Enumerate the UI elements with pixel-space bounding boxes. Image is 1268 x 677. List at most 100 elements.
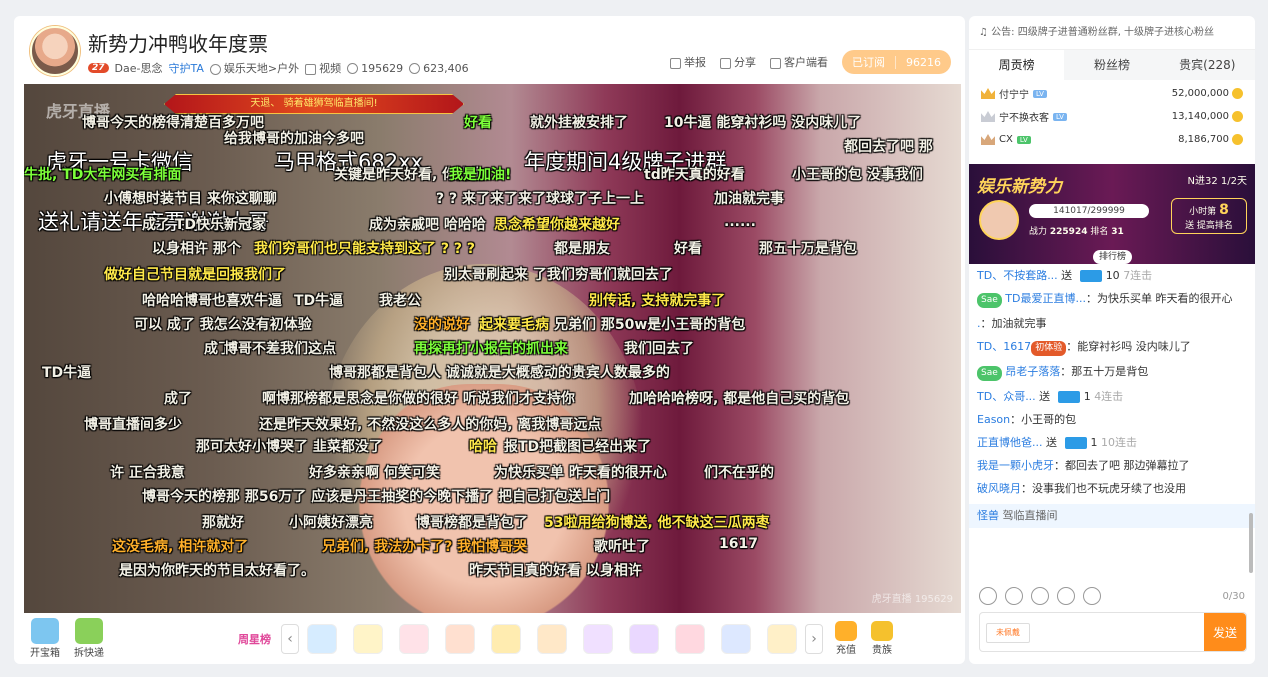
- hour-rank-button[interactable]: 小时第 8 送 提高排名: [1171, 198, 1247, 234]
- danmaku-comment: 10牛逼 能穿衬衫吗 没内味儿了: [664, 115, 862, 131]
- sticker-icon[interactable]: [1005, 587, 1023, 605]
- recharge-label: 充值: [836, 645, 856, 656]
- fan-badge-button[interactable]: 未佩戴: [986, 623, 1030, 643]
- hour-label: 小时第: [1189, 207, 1217, 217]
- hour-value: 8: [1219, 202, 1229, 218]
- send-button[interactable]: 发送: [1204, 613, 1246, 651]
- chat-username[interactable]: TD最爱正直博...: [1005, 292, 1086, 305]
- gift-chest-icon[interactable]: [767, 623, 797, 654]
- emoji-icon[interactable]: [979, 587, 997, 605]
- anchor-avatar[interactable]: [30, 26, 80, 76]
- power-value: 225924: [1049, 227, 1088, 237]
- danmaku-comment: 哈哈哈博哥也喜欢牛逼: [142, 293, 282, 309]
- noble-crown-icon: [871, 621, 893, 641]
- recharge-button[interactable]: 充值: [835, 621, 857, 656]
- combo-text: 10连击: [1101, 436, 1137, 449]
- chat-text: ：能穿衬衫吗 没内味儿了: [1066, 340, 1191, 353]
- newbie-badge: 初体验: [1031, 341, 1067, 356]
- settings-icon[interactable]: [1083, 587, 1101, 605]
- rank-row[interactable]: 付宁宁 LV 52,000,000: [981, 82, 1243, 105]
- danmaku-comment: 牛批, TD大牢网买有排面: [24, 167, 182, 183]
- gift-heart-icon[interactable]: [675, 623, 705, 654]
- chat-message[interactable]: TD、众哥... 送 1 4连击: [977, 389, 1247, 404]
- client-button[interactable]: 客户端看: [770, 54, 828, 70]
- express-button[interactable]: 拆快递: [74, 618, 104, 659]
- chat-username[interactable]: Eason: [977, 413, 1010, 426]
- boost-label: 送 提高排名: [1185, 221, 1233, 231]
- chat-message[interactable]: TD、1617 初体验 ：能穿衬衫吗 没内味儿了: [977, 339, 1247, 356]
- category-prefix[interactable]: 娱乐天地: [224, 62, 268, 75]
- tab-fans[interactable]: 粉丝榜: [1064, 50, 1159, 80]
- room-title: 新势力冲鸭收年度票: [88, 32, 268, 56]
- gift-potion-icon[interactable]: [445, 623, 475, 654]
- share-button[interactable]: 分享: [720, 54, 756, 70]
- star-icon[interactable]: [1031, 587, 1049, 605]
- pos-label: 排名: [1090, 227, 1109, 237]
- chat-username[interactable]: TD、不按套路...: [977, 269, 1058, 282]
- chat-username[interactable]: TD、1617: [977, 340, 1031, 353]
- danmaku-comment: 那就好: [202, 515, 244, 531]
- coin-icon: [1232, 88, 1243, 99]
- subscribe-button[interactable]: 已订阅 96216: [842, 50, 951, 74]
- chat-text: ：都回去了吧 那边弹幕拉了: [1054, 459, 1190, 472]
- chat-username[interactable]: TD、众哥...: [977, 390, 1036, 403]
- chat-message[interactable]: .：加油就完事: [977, 316, 1247, 331]
- gift-trophy-icon[interactable]: [491, 623, 521, 654]
- leaderboard-button[interactable]: 排行榜: [1093, 250, 1133, 264]
- chat-message[interactable]: 破风晓月：没事我们也不玩虎牙续了也没用: [977, 481, 1247, 496]
- chat-message[interactable]: 我是一颗小虎牙：都回去了吧 那边弹幕拉了: [977, 458, 1247, 473]
- chat-username[interactable]: 我是一颗小虎牙: [977, 459, 1054, 472]
- video-player[interactable]: 虎牙直播 天退、 骑着雄狮驾临直播间! 博哥今天的榜得清楚百多万吧 好看 就外挂被安…: [24, 84, 961, 613]
- enter-user[interactable]: 怪兽: [977, 509, 1003, 522]
- danmaku-comment: 我们回去了: [624, 341, 694, 357]
- gift-action: 送: [1042, 436, 1061, 449]
- gift-book-icon[interactable]: [629, 623, 659, 654]
- gift-action: 送: [1057, 269, 1076, 282]
- danmaku-comment: 给我博哥的加油今多吧: [224, 131, 364, 147]
- chat-username[interactable]: 破风晓月: [977, 482, 1021, 495]
- gift-drink-icon[interactable]: [583, 623, 613, 654]
- chat-message[interactable]: TD、不按套路... 送 10 7连击: [977, 268, 1247, 283]
- guard-link[interactable]: 守护TA: [168, 60, 203, 76]
- chat-message[interactable]: Sae 昂老子落落：那五十万是背包: [977, 364, 1247, 381]
- rank-row[interactable]: 宁不换衣客 LV 13,140,000: [981, 105, 1243, 128]
- chat-message[interactable]: 正直博他爸... 送 1 10连击: [977, 435, 1247, 450]
- chat-scrollbar[interactable]: [1249, 513, 1253, 573]
- gift-next-button[interactable]: ›: [805, 623, 823, 654]
- client-icon: [770, 57, 781, 69]
- gift-cake-icon[interactable]: [537, 623, 567, 654]
- event-promo-card[interactable]: 娱乐新势力 N进32 1/2天 141017/299999 战力 225924 …: [969, 164, 1255, 264]
- danmaku-comment: td昨天真的好看: [644, 167, 745, 183]
- share-icon: [720, 57, 731, 69]
- enter-notice: 怪兽 驾临直播间: [969, 504, 1255, 528]
- anchor-name[interactable]: Dae-思念: [115, 60, 163, 76]
- notice-bar[interactable]: ♫ 公告: 四级牌子进普通粉丝群, 十级牌子进核心粉丝: [969, 16, 1255, 50]
- video-link[interactable]: 视频: [319, 62, 341, 75]
- gift-card-icon[interactable]: [307, 623, 337, 654]
- noble-button[interactable]: 贵族: [871, 621, 893, 656]
- rank-tabs: 周贡榜 粉丝榜 贵宾(228): [969, 50, 1255, 80]
- color-icon[interactable]: [1057, 587, 1075, 605]
- report-icon: [670, 57, 681, 69]
- tab-vip[interactable]: 贵宾(228): [1160, 50, 1255, 80]
- chat-input[interactable]: [1036, 613, 1204, 651]
- rank-value: 52,000,000: [1171, 88, 1229, 99]
- danmaku-comment: 以身相许 那个: [152, 241, 241, 257]
- category-name[interactable]: 户外: [277, 62, 299, 75]
- chat-message[interactable]: Sae TD最爱正直博...：为快乐买单 昨天看的很开心: [977, 291, 1247, 308]
- gift-prev-button[interactable]: ‹: [281, 623, 299, 654]
- tab-weekly[interactable]: 周贡榜: [969, 50, 1065, 80]
- gift-rocket-icon[interactable]: [721, 623, 751, 654]
- gift-bag-icon[interactable]: [353, 623, 383, 654]
- report-button[interactable]: 举报: [670, 54, 706, 70]
- rank-row[interactable]: CX LV 8,186,700: [981, 128, 1243, 151]
- danmaku-comment: 博哥那都是背包人 诚诚就是大概感动的贵宾人数最多的: [329, 365, 670, 381]
- gift-figure-icon[interactable]: [399, 623, 429, 654]
- weekstar-button[interactable]: 周星榜: [238, 631, 271, 647]
- chat-username[interactable]: 正直博他爸...: [977, 436, 1043, 449]
- chat-message[interactable]: Eason：小王哥的包: [977, 412, 1247, 427]
- video-icon: [305, 63, 317, 75]
- treasure-box-button[interactable]: 开宝箱: [30, 618, 60, 659]
- chat-text: ：那五十万是背包: [1060, 365, 1149, 378]
- chat-username[interactable]: 昂老子落落: [1005, 365, 1060, 378]
